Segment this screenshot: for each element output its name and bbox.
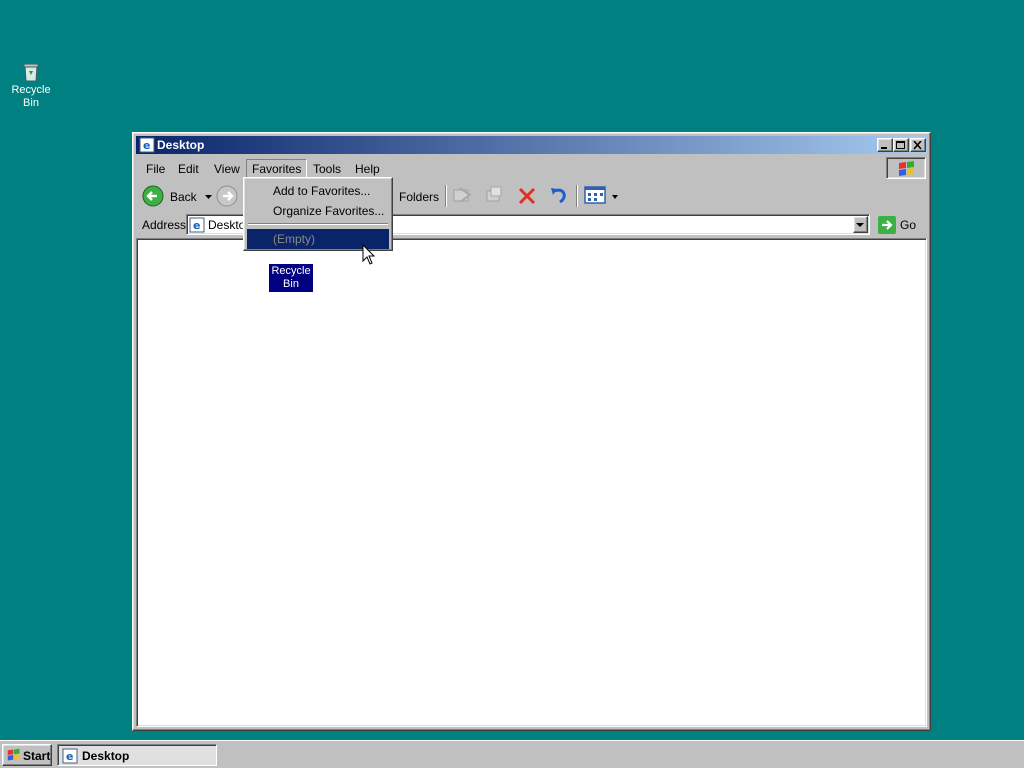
address-dropdown-button[interactable] [853,216,868,233]
views-button[interactable] [584,185,620,209]
go-arrow-icon [878,216,896,234]
windows-flag-icon [7,748,20,761]
folders-button[interactable]: Folders [399,190,439,214]
forward-button[interactable] [216,185,240,209]
svg-text:e: e [143,139,150,152]
ie-icon: e [62,748,78,764]
undo-icon [551,188,566,204]
windows-logo-box [886,157,926,179]
content-icon-label-2: Bin [283,278,299,290]
menu-item-add-to-favorites[interactable]: Add to Favorites... [247,181,389,201]
menu-file[interactable]: File [140,159,171,178]
title-bar[interactable]: e Desktop [136,136,927,154]
menu-item-organize-favorites[interactable]: Organize Favorites... [247,201,389,221]
menu-separator [248,223,388,225]
mouse-cursor-icon [362,244,376,265]
desktop-icon-label-2: Bin [23,97,39,109]
menu-view[interactable]: View [208,159,246,178]
menu-help[interactable]: Help [349,159,386,178]
back-dropdown-icon [205,195,212,199]
copy-to-icon [486,186,502,202]
window-title: Desktop [157,138,205,152]
menu-bar: File Edit View Favorites Tools Help [136,157,927,179]
folder-content-area[interactable]: Recycle Bin [136,238,927,727]
maximize-button[interactable] [893,138,909,152]
taskbar-button-label: Desktop [82,749,130,763]
start-label: Start [23,749,51,763]
menu-tools[interactable]: Tools [307,159,347,178]
windows-flag-icon [899,161,914,176]
toolbar-separator-2 [576,185,578,207]
move-to-button[interactable] [452,185,474,209]
address-label: Address [142,218,187,232]
minimize-icon [881,147,887,149]
recycle-bin-icon [23,63,39,82]
back-button[interactable]: Back [142,185,214,209]
desktop-recycle-bin[interactable]: Recycle Bin [6,62,56,110]
taskbar-button-desktop[interactable]: e Desktop [57,744,217,766]
start-button[interactable]: Start [2,744,52,766]
content-icon-label: Recycle Bin [269,264,313,292]
ie-icon: e [139,137,155,153]
delete-button[interactable] [516,185,538,209]
close-button[interactable] [910,138,926,152]
menu-favorites[interactable]: Favorites [246,159,308,178]
undo-button[interactable] [548,185,570,209]
svg-text:e: e [193,219,200,232]
minimize-button[interactable] [877,138,893,152]
views-dropdown-icon [612,195,618,199]
move-to-icon [453,187,472,203]
maximize-icon [896,141,905,149]
toolbar-separator [445,185,447,207]
desktop-icon-label-1: Recycle [11,84,51,96]
favorites-dropdown-menu: Add to Favorites... Organize Favorites..… [243,177,393,251]
chevron-down-icon [856,223,864,227]
taskbar: Start e Desktop [0,740,1024,768]
forward-arrow-icon [216,185,238,207]
desktop-page-icon: e [189,217,205,233]
back-label: Back [170,190,197,204]
views-grid-icon [584,186,606,204]
go-label: Go [900,218,917,232]
content-icon-label-1: Recycle [271,265,311,277]
go-button[interactable]: Go [876,214,924,236]
svg-text:e: e [66,750,73,763]
menu-edit[interactable]: Edit [172,159,205,178]
close-icon [913,141,922,150]
back-arrow-icon [142,185,164,207]
copy-to-button[interactable] [484,185,506,209]
delete-x-icon [518,187,536,205]
